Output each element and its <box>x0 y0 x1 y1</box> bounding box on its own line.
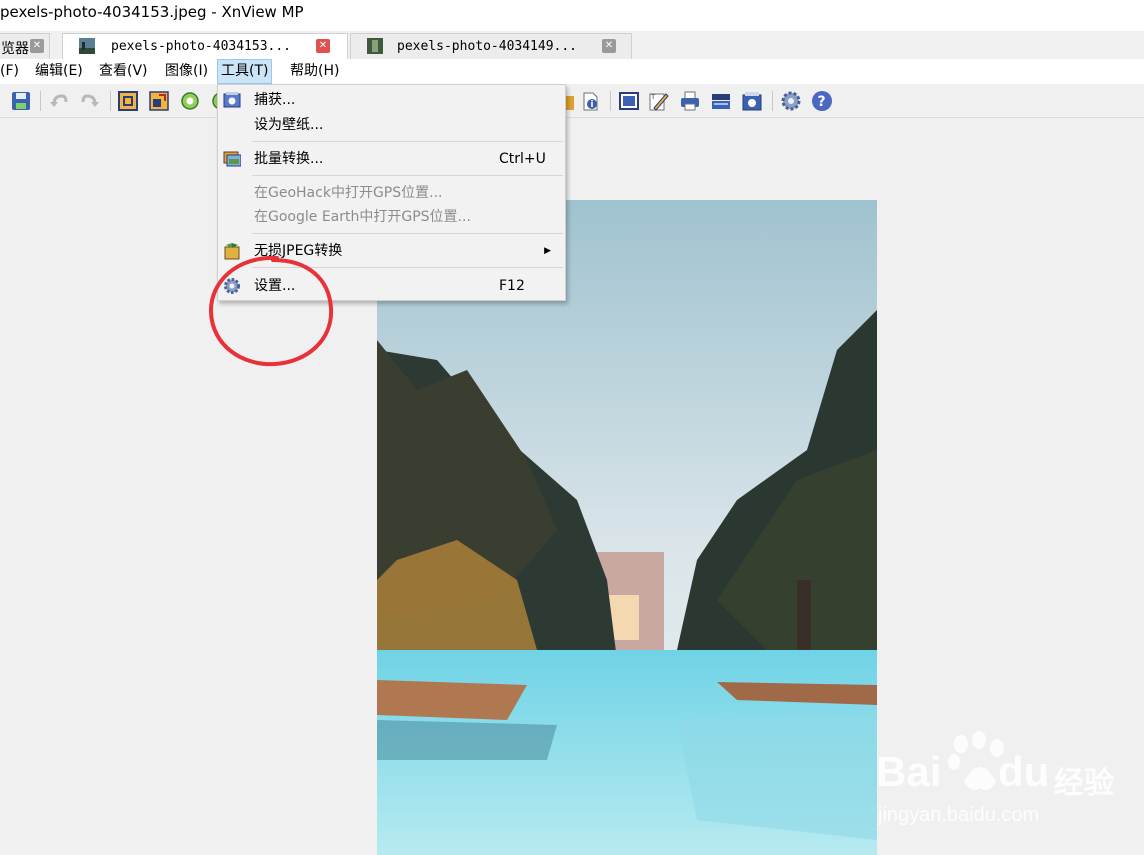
menu-item-label: 设为壁纸... <box>254 117 324 133</box>
image-thumbnail-icon <box>79 38 95 54</box>
resize-icon[interactable] <box>148 90 170 112</box>
close-icon[interactable]: ✕ <box>602 39 616 53</box>
menu-separator <box>252 141 563 142</box>
menu-item-label: 在Google Earth中打开GPS位置... <box>254 209 471 225</box>
scanner-icon[interactable] <box>710 90 732 112</box>
undo-icon[interactable] <box>48 90 70 112</box>
batch-convert-icon <box>223 151 241 167</box>
menu-file[interactable]: (F) <box>0 59 22 84</box>
submenu-arrow-icon: ▶ <box>544 246 551 256</box>
tab-label: pexels-photo-4034153... <box>111 39 292 54</box>
menu-item-label: 在GeoHack中打开GPS位置... <box>254 185 443 201</box>
watermark-text-du: du <box>998 748 1050 795</box>
menu-item-shortcut: F12 <box>499 278 525 294</box>
watermark-text-jingyan: 经验 <box>1054 766 1114 801</box>
annotation-circle <box>208 255 334 367</box>
menu-item-shortcut: Ctrl+U <box>499 151 546 167</box>
redo-icon[interactable] <box>79 90 101 112</box>
tab-photo-4034149[interactable]: pexels-photo-4034149... ✕ <box>350 33 632 59</box>
menu-bar: (F) 编辑(E) 查看(V) 图像(I) 工具(T) 帮助(H) <box>0 59 1144 84</box>
menu-separator <box>252 175 563 176</box>
menu-item-label: 捕获... <box>254 92 296 108</box>
tab-browser[interactable]: 览器 ✕ <box>0 33 50 59</box>
tab-bar: 览器 ✕ pexels-photo-4034153... ✕ pexels-ph… <box>0 31 1144 59</box>
fit-window-icon[interactable] <box>618 90 640 112</box>
camera-icon <box>223 92 241 108</box>
toolbar-separator <box>610 91 611 111</box>
crop-icon[interactable] <box>117 90 139 112</box>
title-bar: pexels-photo-4034153.jpeg - XnView MP <box>0 0 1144 31</box>
close-icon[interactable]: ✕ <box>316 39 330 53</box>
toolbar-separator <box>772 91 773 111</box>
close-icon[interactable]: ✕ <box>30 39 44 53</box>
watermark-url: jingyan.baidu.com <box>878 804 1040 826</box>
gear-icon[interactable] <box>780 90 802 112</box>
help-icon[interactable]: ? <box>811 90 833 112</box>
menu-view[interactable]: 查看(V) <box>96 59 151 84</box>
save-icon[interactable] <box>10 90 32 112</box>
info-icon[interactable] <box>579 90 601 112</box>
baidu-watermark: Bai du 经验 jingyan.baidu.com <box>876 730 1136 840</box>
menu-item-capture[interactable]: 捕获... <box>218 88 565 112</box>
menu-help[interactable]: 帮助(H) <box>287 59 342 84</box>
tab-label: pexels-photo-4034149... <box>397 39 578 54</box>
print-icon[interactable] <box>679 90 701 112</box>
menu-image[interactable]: 图像(I) <box>162 59 211 84</box>
edit-text-icon[interactable]: T <box>648 90 670 112</box>
menu-item-geohack: 在GeoHack中打开GPS位置... <box>218 181 565 205</box>
menu-item-batch-convert[interactable]: 批量转换... Ctrl+U <box>218 147 565 171</box>
image-thumbnail-icon <box>367 38 383 54</box>
menu-item-label: 批量转换... <box>254 151 324 167</box>
svg-text:T: T <box>650 93 656 101</box>
capture-icon[interactable] <box>741 90 763 112</box>
toolbar: T ? <box>0 84 1144 118</box>
toolbar-separator <box>40 91 41 111</box>
toolbar-separator <box>110 91 111 111</box>
watermark-text-bai: Bai <box>876 748 942 795</box>
menu-separator <box>252 233 563 234</box>
tab-photo-4034153[interactable]: pexels-photo-4034153... ✕ <box>62 33 348 59</box>
menu-tools[interactable]: 工具(T) <box>217 59 273 84</box>
rotate-icon[interactable] <box>179 90 201 112</box>
app-window: pexels-photo-4034153.jpeg - XnView MP 览器… <box>0 0 1144 855</box>
menu-item-google-earth: 在Google Earth中打开GPS位置... <box>218 205 565 229</box>
svg-text:?: ? <box>818 94 826 110</box>
tab-label: 览器 <box>1 41 29 57</box>
window-title: pexels-photo-4034153.jpeg - XnView MP <box>0 3 304 21</box>
menu-edit[interactable]: 编辑(E) <box>32 59 86 84</box>
menu-item-set-wallpaper[interactable]: 设为壁纸... <box>218 113 565 137</box>
